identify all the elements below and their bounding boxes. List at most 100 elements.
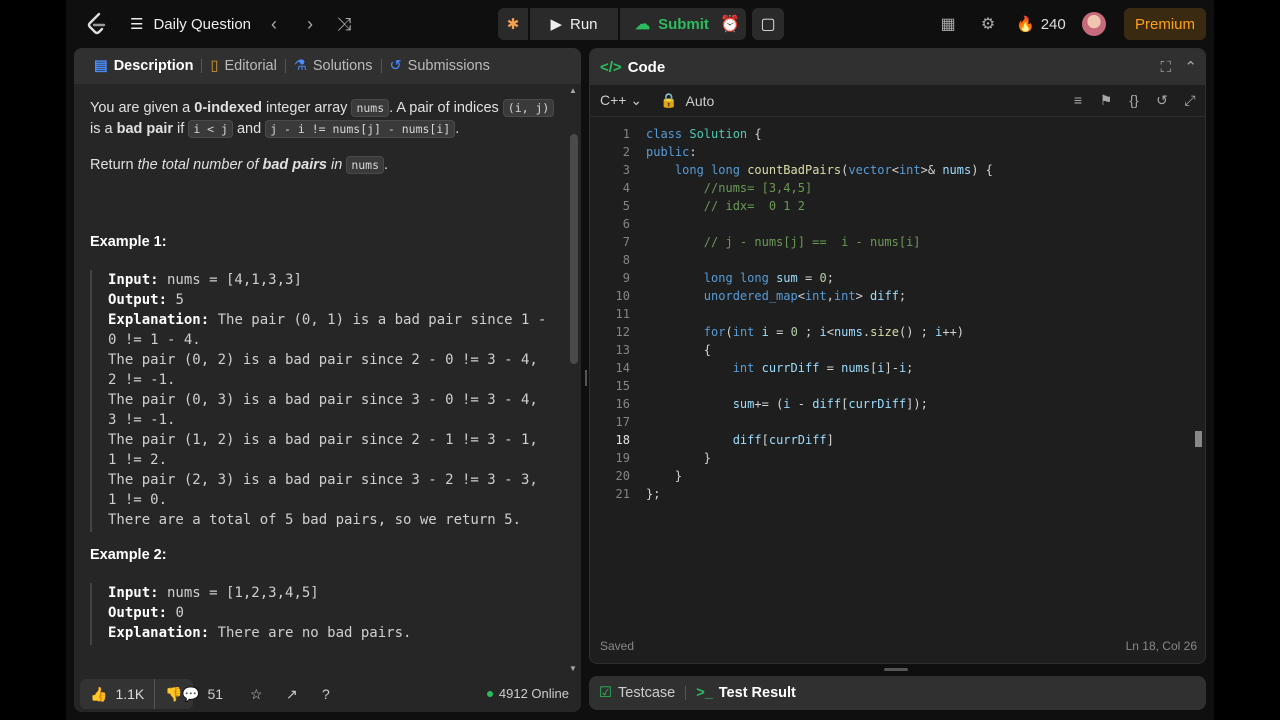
next-question-icon[interactable]: › <box>298 12 322 36</box>
share-icon[interactable]: ↗ <box>286 682 298 706</box>
alarm-clock-button[interactable]: ⏰ <box>714 8 746 40</box>
code-line[interactable]: 20 } <box>590 467 1205 485</box>
reset-icon[interactable]: ↺ <box>1153 91 1171 109</box>
collapse-chevron-icon[interactable]: ⌃ <box>1184 58 1197 76</box>
test-panel-tabs: ☑ Testcase >_ Test Result <box>589 676 1206 710</box>
code-line[interactable]: 5 // idx= 0 1 2 <box>590 197 1205 215</box>
leetcode-app: ☰ Daily Question ‹ › ⤨ ✱ ▶ Run ☁ Submit … <box>66 0 1214 720</box>
favorite-star-icon[interactable]: ☆ <box>250 682 263 706</box>
text: You are given a <box>90 100 195 116</box>
code-text: unordered_map<int,int> diff; <box>703 289 907 303</box>
help-icon[interactable]: ? <box>322 682 330 706</box>
fullscreen-icon[interactable]: ⤢ <box>1181 91 1199 109</box>
code-header: </> Code ⛶ ⌃ <box>590 49 1205 85</box>
code-line[interactable]: 16 sum+= (i - diff[currDiff]); <box>590 395 1205 413</box>
text-bold-italic: bad pairs <box>262 157 327 173</box>
comments-button[interactable]: 💬 51 <box>182 682 223 706</box>
line-number: 4 <box>622 181 630 195</box>
like-dislike-group: 👍 1.1K 👎 <box>80 679 193 709</box>
scroll-up-icon[interactable]: ▲ <box>569 86 577 95</box>
tab-test-result[interactable]: >_ Test Result <box>696 685 796 701</box>
inline-code: j - i != nums[j] - nums[i] <box>265 120 456 138</box>
code-line[interactable]: 7 // j - nums[j] == i - nums[i] <box>590 233 1205 251</box>
tab-label: Submissions <box>407 58 490 74</box>
code-line[interactable]: 9 long long sum = 0; <box>590 269 1205 287</box>
code-line[interactable]: 12 for(int i = 0 ; i<nums.size() ; i++) <box>590 323 1205 341</box>
code-line[interactable]: 3 long long countBadPairs(vector<int>& n… <box>590 161 1205 179</box>
note-icon: ▢ <box>760 16 776 33</box>
line-number: 15 <box>615 379 630 393</box>
tab-label: Editorial <box>224 58 277 74</box>
run-button[interactable]: ▶ Run <box>530 8 618 40</box>
braces-icon[interactable]: {} <box>1125 91 1143 109</box>
code-line[interactable]: 1 class Solution { <box>590 125 1205 143</box>
code-line[interactable]: 19 } <box>590 449 1205 467</box>
panel-resize-handle[interactable] <box>585 370 587 386</box>
language-select[interactable]: C++ ⌄ <box>600 92 642 109</box>
inline-code: nums <box>346 156 385 174</box>
text: Return <box>90 157 138 173</box>
bug-icon: ✱ <box>506 16 520 33</box>
streak-count: 240 <box>1040 15 1066 33</box>
streak-counter[interactable]: 🔥 240 <box>1016 12 1066 36</box>
code-line[interactable]: 18 diff[currDiff] <box>590 431 1205 449</box>
line-number: 3 <box>622 163 630 177</box>
example-1-block: Input: nums = [4,1,3,3] Output: 5 Explan… <box>90 270 550 532</box>
mode-label[interactable]: Auto <box>686 93 715 109</box>
code-line[interactable]: 10 unordered_map<int,int> diff; <box>590 287 1205 305</box>
scroll-thumb[interactable] <box>570 134 578 364</box>
code-line[interactable]: 21}; <box>590 485 1205 503</box>
settings-gear-icon[interactable]: ⚙ <box>976 12 1000 36</box>
line-number: 14 <box>615 361 630 375</box>
code-line[interactable]: 15 <box>590 377 1205 395</box>
book-icon: ▯ <box>210 58 219 74</box>
text-italic: the total number of <box>137 157 263 173</box>
code-line[interactable]: 14 int currDiff = nums[i]-i; <box>590 359 1205 377</box>
code-line[interactable]: 4 //nums= [3,4,5] <box>590 179 1205 197</box>
tab-description[interactable]: ▤ Description <box>86 48 201 84</box>
language-label: C++ <box>600 92 627 108</box>
code-text: }; <box>646 487 661 501</box>
bookmark-icon[interactable]: ⚑ <box>1097 91 1115 109</box>
vertical-resize-handle[interactable] <box>884 668 908 671</box>
tab-label: Solutions <box>312 58 373 74</box>
tab-testcase[interactable]: ☑ Testcase <box>599 685 675 701</box>
editor-scroll-marker[interactable] <box>1195 431 1202 447</box>
submit-button[interactable]: ☁ Submit <box>620 8 724 40</box>
leetcode-logo-icon[interactable] <box>84 12 108 36</box>
scroll-down-icon[interactable]: ▼ <box>569 664 577 673</box>
shuffle-icon[interactable]: ⤨ <box>332 12 356 36</box>
code-line[interactable]: 13 { <box>590 341 1205 359</box>
tab-submissions[interactable]: ↺ Submissions <box>382 48 498 84</box>
tab-divider <box>685 686 687 700</box>
code-line[interactable]: 2 public: <box>590 143 1205 161</box>
code-line[interactable]: 17 <box>590 413 1205 431</box>
maximize-icon[interactable]: ⛶ <box>1160 59 1171 76</box>
prev-question-icon[interactable]: ‹ <box>262 12 286 36</box>
description-scrollbar[interactable]: ▲ ▼ <box>568 84 578 676</box>
like-button[interactable]: 👍 1.1K <box>80 679 154 709</box>
debug-bug-button[interactable]: ✱ <box>498 8 528 40</box>
code-line[interactable]: 8 <box>590 251 1205 269</box>
line-number: 18 <box>615 433 630 447</box>
format-icon[interactable]: ≡ <box>1069 91 1087 109</box>
daily-question-label: Daily Question <box>153 15 251 33</box>
tab-editorial[interactable]: ▯ Editorial <box>202 48 284 84</box>
code-line[interactable]: 6 <box>590 215 1205 233</box>
notes-button[interactable]: ▢ <box>752 8 784 40</box>
user-avatar[interactable] <box>1082 12 1106 36</box>
code-editor[interactable]: 1 class Solution {2 public: 3 long long cou… <box>590 125 1205 503</box>
premium-button[interactable]: Premium <box>1124 8 1206 40</box>
code-line[interactable]: 11 <box>590 305 1205 323</box>
line-number: 8 <box>622 253 630 267</box>
problem-list-button[interactable]: ☰ Daily Question <box>130 12 251 36</box>
document-icon: ▤ <box>94 58 108 74</box>
online-dot-icon <box>486 690 493 697</box>
text: if <box>173 121 189 137</box>
like-count: 1.1K <box>115 686 145 702</box>
text: and <box>232 121 266 137</box>
tab-solutions[interactable]: ⚗ Solutions <box>286 48 381 84</box>
run-label: Run <box>570 15 598 33</box>
layout-grid-icon[interactable]: ▦ <box>936 12 960 36</box>
code-text: long long sum = 0; <box>703 271 834 285</box>
